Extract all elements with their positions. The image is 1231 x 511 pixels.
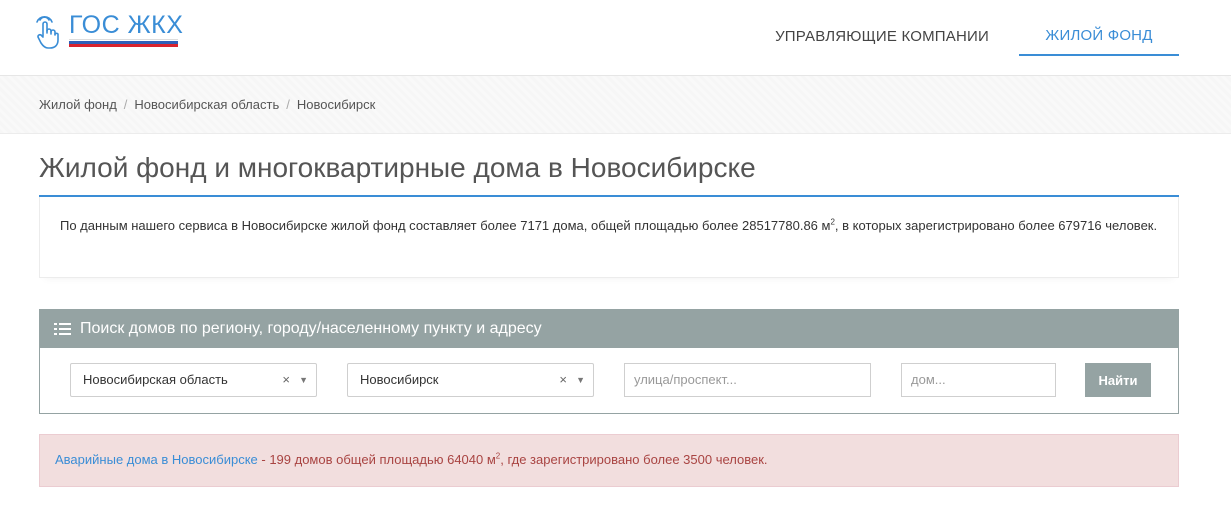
search-panel-title: Поиск домов по региону, городу/населенно…	[80, 320, 542, 337]
emergency-houses-alert: Аварийные дома в Новосибирске - 199 домо…	[39, 434, 1179, 487]
info-text-end: , в которых зарегистрировано более 67971…	[834, 218, 1158, 233]
alert-text-end: , где зарегистрировано более 3500 челове…	[500, 452, 768, 467]
region-chevron-down-icon[interactable]: ▼	[299, 364, 308, 396]
city-chevron-down-icon[interactable]: ▼	[576, 364, 585, 396]
list-icon	[54, 323, 71, 335]
search-panel-header: Поиск домов по региону, городу/населенно…	[40, 310, 1178, 348]
house-input-placeholder: дом...	[911, 372, 946, 387]
info-text: По данным нашего сервиса в Новосибирске …	[60, 218, 831, 233]
city-clear-icon[interactable]: ×	[559, 364, 567, 396]
main-nav: УПРАВЛЯЮЩИЕ КОМПАНИИ ЖИЛОЙ ФОНД	[755, 0, 1179, 76]
city-select-value: Новосибирск	[360, 372, 439, 387]
search-form: Новосибирская область × ▼ Новосибирск × …	[40, 348, 1178, 414]
region-select[interactable]: Новосибирская область × ▼	[70, 363, 317, 397]
page-title: Жилой фонд и многоквартирные дома в Ново…	[39, 152, 756, 183]
breadcrumb-item-housing-stock[interactable]: Жилой фонд	[39, 97, 117, 112]
breadcrumb-separator: /	[123, 97, 128, 112]
breadcrumb: Жилой фонд / Новосибирская область / Нов…	[39, 97, 375, 112]
nav-item-management-companies[interactable]: УПРАВЛЯЮЩИЕ КОМПАНИИ	[755, 0, 1009, 56]
hand-pointer-icon	[36, 16, 59, 49]
street-input-placeholder: улица/проспект...	[634, 372, 737, 387]
alert-text: - 199 домов общей площадью 64040 м	[257, 452, 496, 467]
breadcrumb-separator: /	[286, 97, 290, 112]
breadcrumb-item-region[interactable]: Новосибирская область	[134, 97, 279, 112]
emergency-houses-link[interactable]: Аварийные дома в Новосибирске	[55, 452, 258, 467]
logo-flag-stripes	[69, 39, 178, 47]
site-header: ГОС ЖКХ УПРАВЛЯЮЩИЕ КОМПАНИИ ЖИЛОЙ ФОНД	[0, 0, 1231, 76]
house-input[interactable]: дом...	[901, 363, 1056, 397]
breadcrumb-item-city: Новосибирск	[296, 97, 376, 112]
search-submit-button[interactable]: Найти	[1085, 363, 1151, 397]
region-clear-icon[interactable]: ×	[282, 364, 290, 396]
street-input[interactable]: улица/проспект...	[624, 363, 871, 397]
city-select[interactable]: Новосибирск × ▼	[347, 363, 594, 397]
search-panel: Поиск домов по региону, городу/населенно…	[39, 309, 1179, 414]
logo-text: ГОС ЖКХ	[69, 11, 184, 39]
info-box: По данным нашего сервиса в Новосибирске …	[39, 197, 1179, 278]
breadcrumb-band: Жилой фонд / Новосибирская область / Нов…	[0, 76, 1231, 134]
nav-item-housing-stock[interactable]: ЖИЛОЙ ФОНД	[1019, 0, 1179, 56]
region-select-value: Новосибирская область	[83, 372, 228, 387]
